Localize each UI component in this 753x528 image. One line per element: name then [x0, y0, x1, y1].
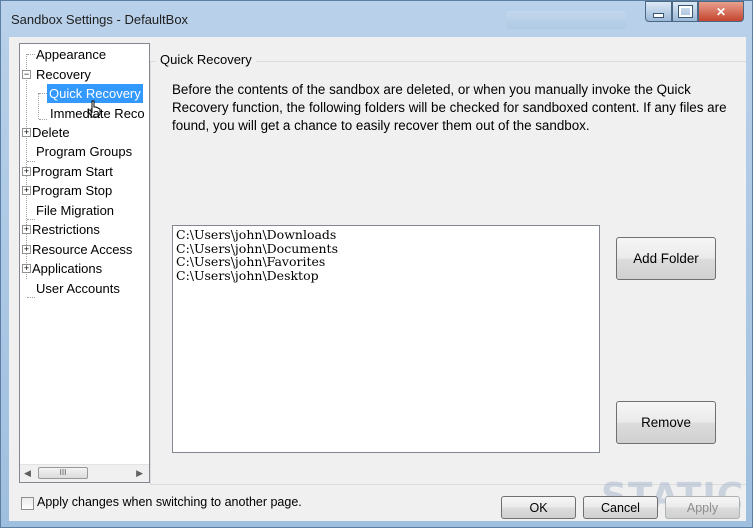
window-controls: ✕	[645, 1, 744, 23]
list-item[interactable]: C:\Users\john\Documents	[176, 241, 599, 256]
apply-on-switch-checkbox[interactable]	[21, 497, 34, 510]
group-title: Quick Recovery	[156, 52, 256, 67]
expand-icon[interactable]: +	[22, 128, 31, 137]
collapse-icon[interactable]: −	[22, 70, 31, 79]
minimize-button[interactable]	[645, 1, 672, 22]
scroll-left-icon[interactable]: ◀	[24, 468, 31, 479]
expand-icon[interactable]: +	[22, 264, 31, 273]
scroll-right-icon[interactable]: ▶	[136, 468, 143, 479]
tree-item-restrictions[interactable]: Restrictions	[32, 220, 100, 239]
tree-line	[27, 54, 35, 55]
add-folder-button[interactable]: Add Folder	[616, 237, 716, 280]
cancel-button[interactable]: Cancel	[583, 496, 658, 519]
tree-item-user-accounts[interactable]: User Accounts	[36, 279, 120, 298]
panel-description: Before the contents of the sandbox are d…	[172, 82, 727, 133]
expand-icon[interactable]: +	[22, 167, 31, 176]
tree-item-program-stop[interactable]: Program Stop	[32, 181, 112, 200]
dialog-client-area: Appearance − Recovery Quick Recovery Imm…	[9, 37, 746, 521]
close-button[interactable]: ✕	[698, 1, 744, 22]
remove-button[interactable]: Remove	[616, 401, 716, 444]
folder-list[interactable]: C:\Users\john\Downloads C:\Users\john\Do…	[172, 225, 600, 453]
tree-item-recovery[interactable]: Recovery	[36, 65, 91, 84]
tree-item-immediate-recovery[interactable]: Immediate Reco	[50, 104, 145, 123]
tree-item-program-groups[interactable]: Program Groups	[36, 142, 132, 161]
tree-item-program-start[interactable]: Program Start	[32, 162, 113, 181]
settings-tree[interactable]: Appearance − Recovery Quick Recovery Imm…	[19, 43, 150, 483]
window-title: Sandbox Settings - DefaultBox	[11, 12, 189, 27]
expand-icon[interactable]: +	[22, 225, 31, 234]
minimize-icon	[653, 13, 664, 18]
maximize-button[interactable]	[672, 1, 698, 22]
maximize-icon	[677, 5, 693, 18]
apply-on-switch-label[interactable]: Apply changes when switching to another …	[37, 495, 302, 509]
apply-button[interactable]: Apply	[665, 496, 740, 519]
tree-line	[39, 93, 47, 94]
scroll-thumb[interactable]: III	[38, 467, 88, 479]
list-item[interactable]: C:\Users\john\Favorites	[176, 255, 599, 269]
ok-button[interactable]: OK	[501, 496, 576, 519]
list-item[interactable]: C:\Users\john\Desktop	[176, 268, 599, 283]
tree-line	[39, 119, 47, 120]
tree-item-delete[interactable]: Delete	[32, 123, 70, 142]
title-bar-glass	[506, 11, 626, 29]
expand-icon[interactable]: +	[22, 245, 31, 254]
title-bar[interactable]: Sandbox Settings - DefaultBox ✕	[1, 1, 752, 37]
close-icon: ✕	[715, 4, 727, 19]
tree-item-resource-access[interactable]: Resource Access	[32, 240, 132, 259]
list-item[interactable]: C:\Users\john\Downloads	[176, 228, 599, 242]
tree-item-file-migration[interactable]: File Migration	[36, 201, 114, 220]
tree-line	[38, 93, 39, 119]
tree-line	[27, 297, 35, 298]
tree-item-applications[interactable]: Applications	[32, 259, 102, 278]
settings-window: Sandbox Settings - DefaultBox ✕ Appearan…	[0, 0, 753, 528]
tree-horizontal-scrollbar[interactable]: ◀ III ▶	[20, 464, 149, 482]
tree-item-appearance[interactable]: Appearance	[36, 45, 106, 64]
expand-icon[interactable]: +	[22, 186, 31, 195]
